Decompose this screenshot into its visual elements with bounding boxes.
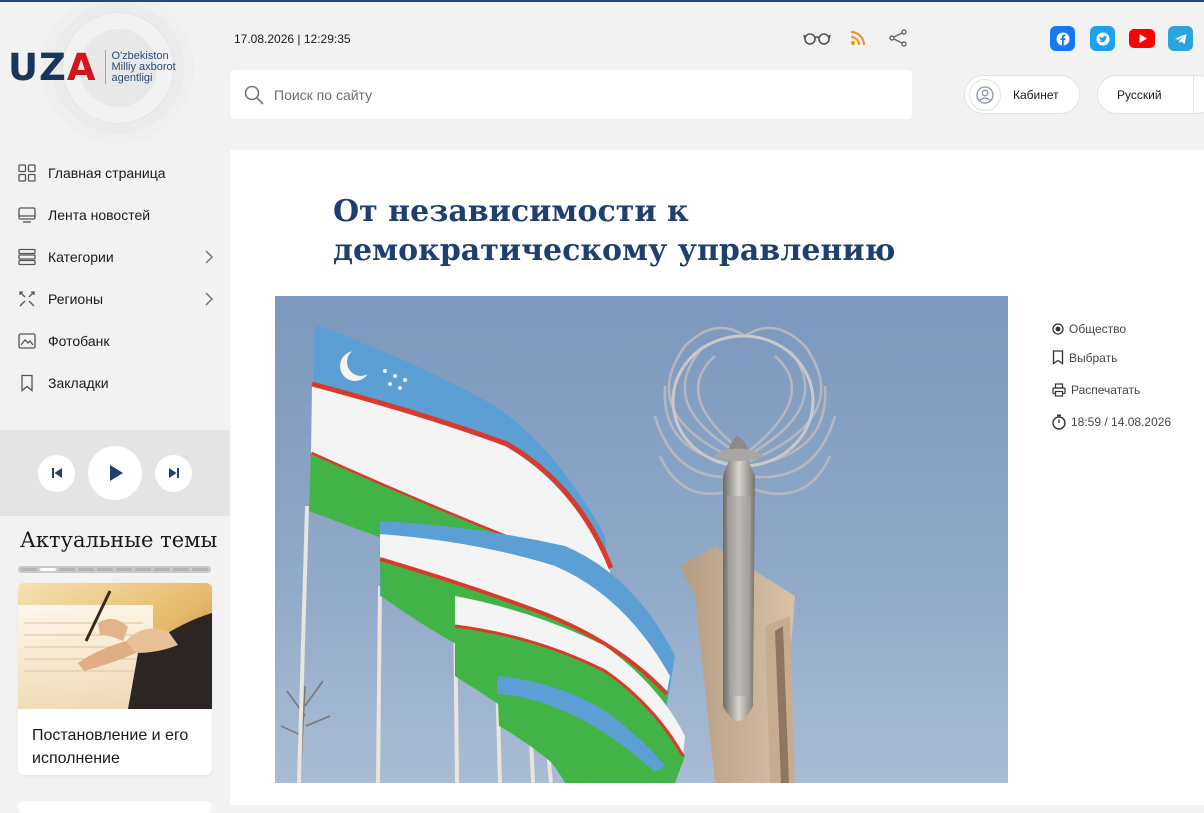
bookmark-icon (1052, 350, 1064, 365)
current-datetime: 17.08.2026 | 12:29:35 (234, 32, 351, 46)
sidebar: UZA O'zbekiston Milliy axborot agentligi… (0, 2, 230, 813)
chevron-right-icon (205, 250, 214, 264)
article-category[interactable]: Общество (1052, 322, 1126, 336)
next-track-button[interactable] (155, 454, 192, 492)
nav-item-news-feed[interactable]: Лента новостей (0, 194, 230, 236)
twitter-icon (1096, 32, 1109, 45)
nav-item-bookmarks[interactable]: Закладки (0, 362, 230, 404)
nav-label: Категории (48, 249, 114, 265)
topics-slider-indicator[interactable] (18, 566, 211, 573)
article-container: От независимости к демократическому упра… (230, 150, 1204, 805)
article-title: От независимости к демократическому упра… (333, 194, 896, 268)
search-input[interactable] (274, 86, 874, 103)
main-navigation: Главная страница Лента новостей Категори… (0, 152, 230, 404)
telegram-icon (1174, 33, 1187, 44)
topics-heading: Актуальные темы (20, 528, 218, 552)
user-icon (976, 85, 994, 104)
nav-item-home[interactable]: Главная страница (0, 152, 230, 194)
audio-player (0, 430, 230, 516)
print-article-button[interactable]: Распечатать (1052, 383, 1140, 397)
rss-icon[interactable] (850, 31, 865, 46)
print-label: Распечатать (1071, 383, 1141, 397)
bookmark-icon (21, 374, 33, 392)
bookmark-label: Выбрать (1069, 350, 1118, 365)
nav-item-regions[interactable]: Регионы (0, 278, 230, 320)
share-icon[interactable] (889, 29, 907, 47)
article-published: 18:59 / 14.08.2026 (1052, 414, 1171, 430)
language-selector[interactable]: Русский (1097, 75, 1204, 114)
nav-label: Регионы (48, 291, 104, 307)
skip-back-icon (51, 468, 62, 478)
skip-forward-icon (168, 468, 179, 478)
category-label: Общество (1069, 322, 1127, 336)
published-datetime: 18:59 / 14.08.2026 (1071, 415, 1172, 429)
facebook-icon (1056, 32, 1069, 45)
image-icon (18, 333, 36, 349)
chevron-right-icon (205, 292, 214, 306)
logo-text: O'zbekiston Milliy axborot agentligi (111, 49, 176, 84)
topic-card-image (18, 583, 212, 709)
youtube-link[interactable] (1129, 26, 1155, 51)
nav-label: Лента новостей (48, 207, 151, 223)
topic-card[interactable]: Постановление и его исполнение (18, 583, 212, 775)
nav-label: Закладки (48, 375, 109, 391)
cabinet-label: Кабинет (1013, 87, 1059, 102)
site-logo[interactable]: UZA O'zbekiston Milliy axborot agentligi (8, 42, 176, 92)
topic-card[interactable] (18, 801, 212, 813)
monitor-icon (18, 207, 36, 223)
bookmark-article-button[interactable]: Выбрать (1052, 350, 1117, 365)
nav-label: Фотобанк (48, 333, 110, 349)
site-search (230, 70, 912, 119)
cabinet-button[interactable]: Кабинет (964, 75, 1080, 114)
facebook-link[interactable] (1050, 26, 1075, 51)
article-photo (275, 296, 1008, 783)
nav-item-categories[interactable]: Категории (0, 236, 230, 278)
stack-icon (18, 248, 36, 266)
topic-card-title: Постановление и его исполнение (32, 727, 189, 767)
search-icon[interactable] (244, 85, 264, 105)
grid-icon (18, 164, 36, 182)
language-label: Русский (1117, 87, 1162, 102)
stopwatch-icon (1052, 414, 1066, 430)
avatar (969, 78, 1001, 111)
play-icon (110, 465, 123, 481)
regions-icon (19, 291, 35, 307)
printer-icon (1052, 383, 1066, 397)
previous-track-button[interactable] (38, 454, 75, 492)
glasses-icon[interactable] (803, 29, 831, 47)
radio-dot-icon (1052, 323, 1064, 335)
twitter-link[interactable] (1090, 26, 1115, 51)
telegram-link[interactable] (1168, 26, 1193, 51)
play-button[interactable] (88, 446, 142, 500)
logo-mark: UZA (8, 45, 97, 89)
youtube-icon (1129, 29, 1155, 48)
nav-item-photobank[interactable]: Фотобанк (0, 320, 230, 362)
nav-label: Главная страница (48, 165, 166, 181)
